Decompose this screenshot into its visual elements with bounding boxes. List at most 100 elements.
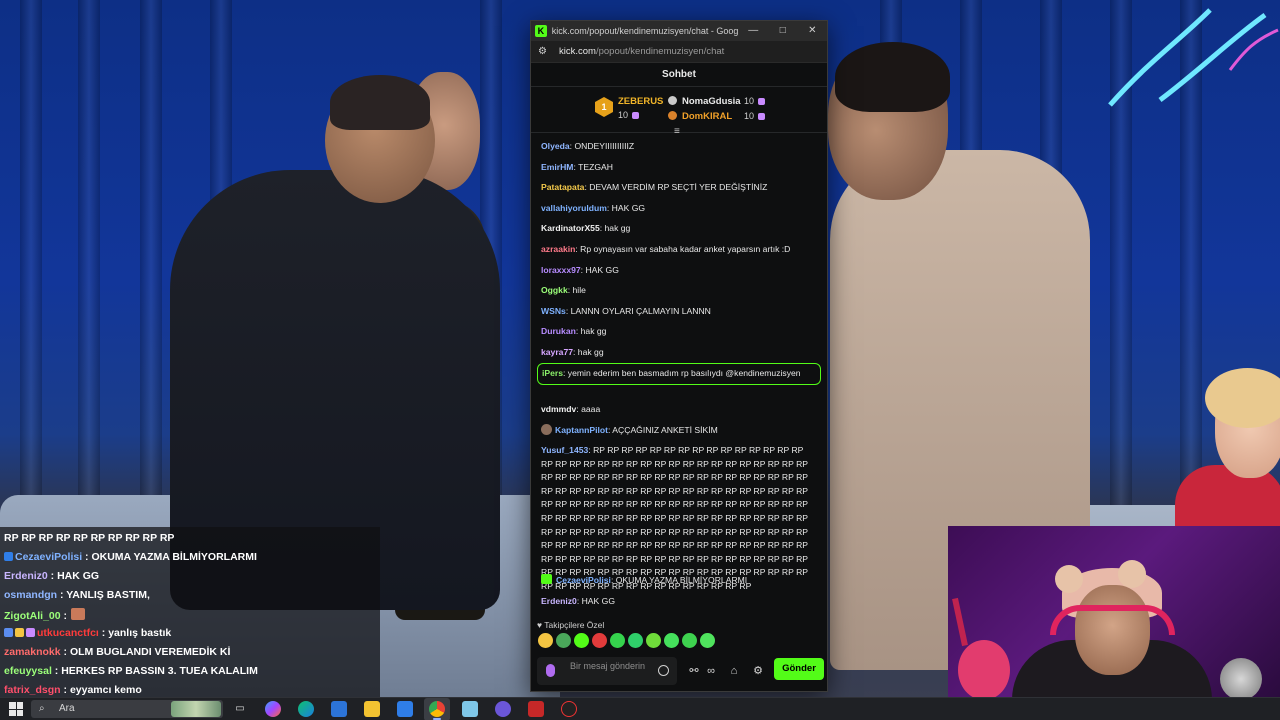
chat-username[interactable]: Yusuf_1453	[541, 445, 588, 455]
chat-username[interactable]: iPers	[542, 368, 563, 378]
leader-count: 10	[744, 96, 766, 106]
chat-message: Olyeda: ONDEYIIIIIIIIIIZ	[541, 140, 813, 154]
leader-third[interactable]: DomKIRAL	[668, 111, 732, 122]
windows-start-icon[interactable]	[9, 702, 23, 716]
emote-icon[interactable]	[700, 633, 715, 648]
emote-icon[interactable]	[574, 633, 589, 648]
leader-count: 10	[744, 111, 766, 121]
store-app-icon[interactable]	[331, 701, 347, 717]
address-bar[interactable]: ⚙ kick.com/popout/kendinemuzisyen/chat	[531, 41, 827, 63]
notepad-icon[interactable]	[462, 701, 478, 717]
badge-icon	[26, 628, 35, 637]
overlay-username: Erdeniz0	[4, 570, 48, 582]
chat-text: : hak gg	[573, 347, 604, 357]
chat-username[interactable]: KaptannPilot	[555, 425, 608, 435]
site-info-icon[interactable]: ⚙	[538, 46, 550, 58]
chat-message-list[interactable]: Olyeda: ONDEYIIIIIIIIIIZ EmirHM: TEZGAH Pa…	[531, 135, 827, 605]
emote-icon[interactable]	[646, 633, 661, 648]
minimize-button[interactable]: —	[739, 21, 768, 41]
edge-icon[interactable]	[298, 701, 314, 717]
chat-username[interactable]: Patatapata	[541, 182, 584, 192]
send-button[interactable]: Gönder	[774, 658, 824, 680]
discord-icon[interactable]	[495, 701, 511, 717]
overlay-username: CezaeviPolisi	[15, 551, 83, 563]
guitar	[958, 640, 1010, 700]
curtain-fold	[140, 0, 162, 520]
gift-icon	[632, 112, 640, 120]
emoji-picker-icon[interactable]	[658, 665, 669, 676]
search-placeholder[interactable]: Ara	[59, 703, 75, 714]
emote-icon[interactable]	[610, 633, 625, 648]
silver-rank-icon	[668, 96, 677, 105]
chat-message: vallahiyoruldum: HAK GG	[541, 202, 813, 216]
chat-username[interactable]: KardinatorX55	[541, 223, 600, 233]
url-text[interactable]: kick.com/popout/kendinemuzisyen/chat	[559, 46, 724, 57]
badge-icon	[4, 628, 13, 637]
chrome-icon[interactable]	[429, 701, 445, 717]
chat-username[interactable]: kayra77	[541, 347, 573, 357]
infinity-icon[interactable]: ∞	[703, 663, 719, 679]
overlay-text: : eyyamcı kemo	[60, 684, 142, 696]
search-icon: ⌕	[39, 703, 45, 714]
chat-username[interactable]: EmirHM	[541, 162, 573, 172]
overlay-chat-line: CezaeviPolisi : OKUMA YAZMA BİLMİYORLARM…	[4, 551, 257, 563]
chat-username[interactable]: WSNs	[541, 306, 566, 316]
overlay-text: : HERKES RP BASSIN 3. TUEA KALALIM	[51, 665, 258, 677]
stream-chat-overlay: RP RP RP RP RP RP RP RP RP RP CezaeviPoli…	[0, 527, 380, 700]
chat-username[interactable]: vallahiyoruldum	[541, 203, 607, 213]
chat-username[interactable]: Oggkk	[541, 285, 568, 295]
overlay-text: : yanlış bastık	[98, 627, 172, 639]
user-avatar-icon	[541, 424, 552, 435]
overlay-text: : OLM BUGLANDI VEREMEDİK Kİ	[60, 646, 231, 658]
chat-popout-window[interactable]: K kick.com/popout/kendinemuzisyen/chat -…	[530, 20, 828, 692]
emote-icon[interactable]	[664, 633, 679, 648]
chat-username[interactable]: loraxxx97	[541, 265, 581, 275]
leader-second[interactable]: NomaGdusia	[668, 96, 741, 107]
settings-gear-icon[interactable]: ⚙	[750, 663, 766, 679]
leader-count: 10	[618, 110, 640, 120]
overlay-chat-line: utkucanctfcı : yanlış bastık	[4, 627, 171, 639]
emote-icon[interactable]	[556, 633, 571, 648]
copilot-icon[interactable]	[265, 701, 281, 717]
chat-username[interactable]: Durukan	[541, 326, 576, 336]
emote-icon	[71, 608, 86, 620]
close-button[interactable]: ✕	[798, 21, 827, 41]
chat-username[interactable]: vdmmdv	[541, 404, 576, 414]
badge-icon	[4, 552, 13, 561]
person-hair	[330, 75, 430, 130]
chat-text: : DEVAM VERDİM RP SEÇTİ YER DEĞİŞTİNİZ	[584, 182, 768, 193]
emote-icon[interactable]	[628, 633, 643, 648]
recorder-icon[interactable]	[561, 701, 577, 717]
emote-icon[interactable]	[592, 633, 607, 648]
message-placeholder[interactable]: Bir mesaj gönderin	[570, 661, 650, 672]
chat-username[interactable]: CezaeviPolisi	[556, 575, 611, 585]
obs-icon[interactable]	[528, 701, 544, 717]
emote-icon[interactable]	[682, 633, 697, 648]
share-icon[interactable]: ⚯	[686, 663, 702, 679]
file-explorer-icon[interactable]	[364, 701, 380, 717]
bronze-rank-icon	[668, 111, 677, 120]
window-titlebar[interactable]: K kick.com/popout/kendinemuzisyen/chat -…	[531, 21, 827, 41]
store-icon[interactable]: ⌂	[726, 663, 742, 679]
leader-name[interactable]: ZEBERUS	[618, 96, 663, 107]
headphones	[1050, 605, 1175, 635]
chat-text: : yemin ederim ben basmadım rp basılıydı…	[563, 368, 801, 378]
maximize-button[interactable]: □	[768, 21, 797, 41]
hat-ear	[1118, 560, 1146, 588]
taskbar-search[interactable]: ⌕ Ara	[31, 700, 223, 718]
quick-emotes[interactable]	[538, 633, 715, 648]
chat-username[interactable]: azraakin	[541, 244, 575, 254]
message-input[interactable]: Bir mesaj gönderin	[537, 657, 677, 685]
overlay-text: :	[60, 610, 68, 622]
mail-icon[interactable]	[397, 701, 413, 717]
chat-username[interactable]: Erdeniz0	[541, 596, 577, 605]
chat-message: vdmmdv: aaaa	[541, 403, 813, 417]
overlay-chat-line: Erdeniz0 : HAK GG	[4, 570, 99, 582]
emote-icon[interactable]	[538, 633, 553, 648]
task-view-icon[interactable]: ▭	[232, 701, 248, 717]
microphone-icon[interactable]	[546, 664, 555, 677]
overlay-chat-line: ZigotAli_00 :	[4, 608, 87, 622]
person	[1175, 465, 1280, 535]
overlay-chat-line: fatrix_dsgn : eyyamcı kemo	[4, 684, 142, 696]
chat-username[interactable]: Olyeda	[541, 141, 570, 151]
